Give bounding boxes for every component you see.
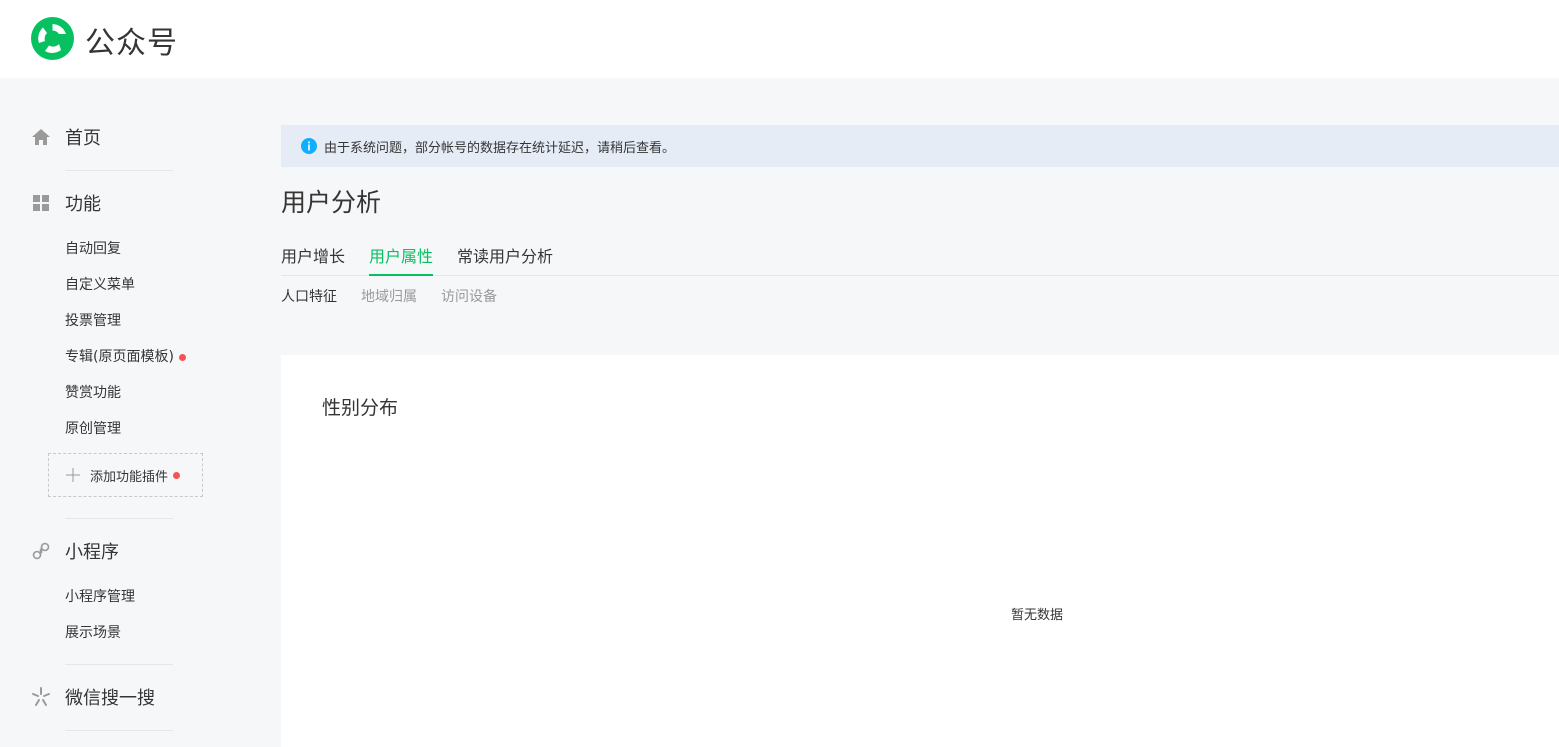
sidebar-item-reward[interactable]: 赞赏功能 — [65, 382, 121, 402]
home-icon — [30, 126, 52, 148]
divider — [65, 664, 173, 665]
divider — [65, 730, 173, 731]
search-sparkle-icon — [30, 686, 52, 708]
page-title: 用户分析 — [281, 188, 382, 217]
tab-user-attributes[interactable]: 用户属性 — [369, 243, 434, 276]
sidebar-item-vote[interactable]: 投票管理 — [65, 310, 121, 330]
sidebar-item-miniprogram-manage[interactable]: 小程序管理 — [65, 586, 135, 606]
sidebar-item-original[interactable]: 原创管理 — [65, 418, 121, 438]
sidebar-item-auto-reply[interactable]: 自动回复 — [65, 238, 121, 258]
new-badge-dot — [178, 353, 186, 361]
brand-title[interactable]: 公众号 — [85, 18, 178, 62]
notice-bar: 由于系统问题，部分帐号的数据存在统计延迟，请稍后查看。 — [281, 125, 1559, 167]
info-icon — [301, 138, 317, 154]
notice-text: 由于系统问题，部分帐号的数据存在统计延迟，请稍后查看。 — [324, 140, 676, 156]
sidebar-section-miniprogram[interactable]: 小程序 — [30, 537, 119, 565]
sidebar-section-search[interactable]: 微信搜一搜 — [30, 683, 155, 711]
plus-icon — [66, 468, 80, 482]
sidebar-item-home[interactable]: 首页 — [30, 123, 101, 151]
sidebar-section-label: 微信搜一搜 — [65, 688, 155, 709]
divider — [65, 518, 173, 519]
sidebar-section-features[interactable]: 功能 — [30, 189, 101, 217]
subtab-region[interactable]: 地域归属 — [361, 286, 417, 306]
card-title: 性别分布 — [322, 397, 399, 419]
top-bar: 公众号 — [0, 0, 1559, 78]
wechat-official-logo-icon[interactable] — [31, 17, 74, 60]
sidebar-item-label: 专辑(原页面模板) — [65, 349, 174, 365]
sidebar: 首页 功能 自动回复 自定义菜单 投票管理 专辑(原页面模板) 赞赏功能 原创管… — [0, 78, 245, 747]
tab-user-growth[interactable]: 用户增长 — [281, 243, 345, 274]
sidebar-section-label: 小程序 — [65, 542, 119, 563]
sidebar-section-label: 功能 — [65, 194, 101, 215]
add-plugin-button[interactable]: 添加功能插件 — [48, 453, 203, 497]
divider — [65, 170, 173, 171]
link-icon — [30, 540, 52, 562]
add-plugin-label: 添加功能插件 — [90, 469, 169, 485]
empty-state-text: 暂无数据 — [1011, 608, 1064, 623]
sidebar-item-custom-menu[interactable]: 自定义菜单 — [65, 274, 135, 294]
tab-bar: 用户增长 用户属性 常读用户分析 — [281, 240, 1559, 276]
tab-frequent-readers[interactable]: 常读用户分析 — [457, 243, 553, 274]
subtab-device[interactable]: 访问设备 — [441, 286, 497, 306]
gender-distribution-card: 性别分布 暂无数据 — [281, 355, 1559, 747]
new-badge-dot — [173, 471, 181, 479]
sidebar-item-label: 首页 — [65, 128, 101, 149]
subtab-demographics[interactable]: 人口特征 — [281, 286, 337, 306]
grid-icon — [30, 192, 52, 214]
sidebar-item-display-scene[interactable]: 展示场景 — [65, 622, 121, 642]
sidebar-item-album[interactable]: 专辑(原页面模板) — [65, 346, 186, 366]
